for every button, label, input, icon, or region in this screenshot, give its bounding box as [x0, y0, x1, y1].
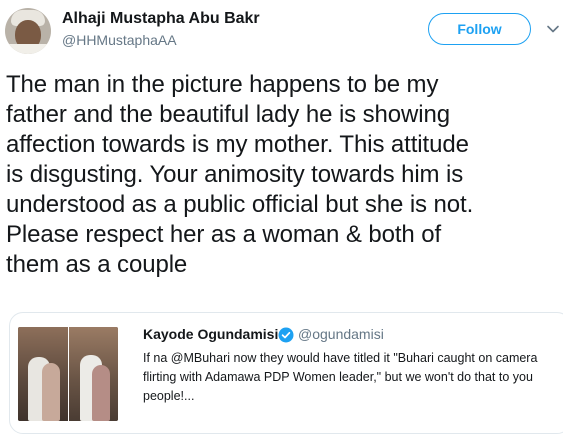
quoted-author-handle: @ogundamisi — [298, 326, 384, 342]
quoted-tweet[interactable]: Kayode Ogundamisi @ogundamisi If na @MBu… — [9, 312, 563, 434]
tweet-text: The man in the picture happens to be my … — [6, 71, 474, 278]
image-figure — [92, 365, 110, 421]
verified-badge-icon — [278, 327, 294, 343]
image-figure — [42, 363, 60, 421]
author-display-name[interactable]: Alhaji Mustapha Abu Bakr — [62, 10, 260, 28]
quoted-tweet-text: If na @MBuhari now they would have title… — [143, 351, 538, 403]
tweet-card: Alhaji Mustapha Abu Bakr @HHMustaphaAA F… — [0, 0, 563, 447]
author-handle[interactable]: @HHMustaphaAA — [62, 32, 177, 48]
chevron-down-icon[interactable] — [546, 22, 560, 36]
quoted-tweet-image[interactable] — [18, 327, 118, 421]
avatar-robe — [5, 44, 51, 54]
quoted-author-name: Kayode Ogundamisi — [143, 326, 279, 342]
follow-button[interactable]: Follow — [428, 13, 531, 45]
avatar[interactable] — [5, 8, 51, 54]
image-divider — [68, 327, 69, 421]
